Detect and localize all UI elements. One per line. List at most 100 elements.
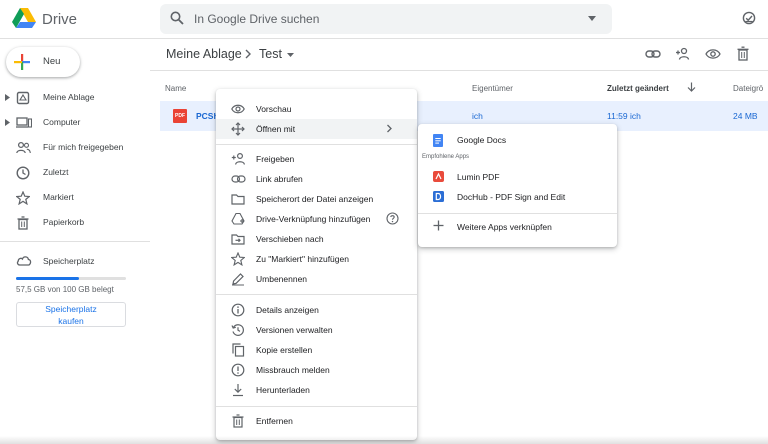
column-header-owner[interactable]: Eigentümer [472,84,513,93]
sidebar-item-label: Papierkorb [43,217,85,227]
menu-item-add-shortcut[interactable]: Drive-Verknüpfung hinzufügen [216,209,417,229]
help-icon[interactable] [386,212,399,225]
menu-item-label: Freigeben [256,154,295,164]
menu-item-versions[interactable]: Versionen verwalten [216,320,417,340]
search-icon[interactable] [170,11,184,25]
trash-icon[interactable] [736,46,750,61]
menu-item-label: Missbrauch melden [256,365,330,375]
preview-eye-icon[interactable] [705,47,721,61]
buy-storage-button[interactable]: Speicherplatz kaufen [16,302,126,327]
context-menu: Vorschau Öffnen mit Freigeben Link abruf… [216,89,417,440]
drive-shortcut-icon [231,212,245,226]
bottom-shadow [0,436,768,444]
add-person-icon[interactable] [675,47,691,61]
sidebar-item-recent[interactable]: Zuletzt [0,162,150,184]
file-size: 24 MB [733,111,758,121]
lumin-pdf-icon [433,171,444,182]
drive-logo-icon[interactable] [12,7,36,29]
menu-item-remove[interactable]: Entfernen [216,411,417,431]
menu-item-rename[interactable]: Umbenennen [216,269,417,289]
menu-item-preview[interactable]: Vorschau [216,99,417,119]
column-header-size[interactable]: Dateigrö [733,84,763,93]
trash-icon [16,216,30,230]
google-docs-icon [433,134,443,147]
sidebar-item-label: Computer [43,117,81,127]
trash-icon [231,414,245,428]
sidebar-item-starred[interactable]: Markiert [0,187,150,209]
sidebar-item-label: Für mich freigegeben [43,142,124,152]
submenu-item-label: Lumin PDF [457,172,500,182]
pencil-icon [231,272,245,286]
sidebar-item-shared[interactable]: Für mich freigegeben [0,137,150,159]
storage-title[interactable]: Speicherplatz [43,256,95,266]
menu-item-label: Details anzeigen [256,305,319,315]
menu-item-add-starred[interactable]: Zu "Markiert" hinzufügen [216,249,417,269]
menu-item-details[interactable]: Details anzeigen [216,300,417,320]
app-title: Drive [42,11,78,28]
menu-item-download[interactable]: Herunterladen [216,380,417,400]
buy-storage-label-line2: kaufen [58,316,84,326]
chevron-down-icon[interactable] [287,53,294,57]
search-bar[interactable] [160,4,612,34]
storage-usage-fill [16,277,80,280]
submenu-separator [418,213,617,214]
column-header-modified[interactable]: Zuletzt geändert [607,84,669,93]
expand-caret-icon[interactable] [5,119,10,126]
sidebar-item-computer[interactable]: Computer [0,112,150,134]
dochub-icon [433,191,444,202]
share-icon [231,152,246,166]
menu-item-show-location[interactable]: Speicherort der Datei anzeigen [216,189,417,209]
menu-item-label: Verschieben nach [256,234,324,244]
clock-icon [16,166,30,180]
submenu-item-lumin-pdf[interactable]: Lumin PDF [418,167,617,187]
folder-icon [231,192,245,206]
history-icon [231,323,245,337]
download-icon [231,383,245,397]
move-to-folder-icon [231,232,245,246]
offline-status-icon[interactable] [742,11,756,25]
breadcrumb-root[interactable]: Meine Ablage [166,47,242,61]
search-options-icon[interactable] [588,16,596,21]
menu-item-report-abuse[interactable]: Missbrauch melden [216,360,417,380]
submenu-item-dochub[interactable]: DocHub - PDF Sign and Edit [418,187,617,207]
shared-icon [16,141,31,155]
menu-item-label: Entfernen [256,416,293,426]
sidebar-divider [0,241,150,242]
column-header-name[interactable]: Name [165,84,186,93]
menu-item-label: Umbenennen [256,274,308,284]
computer-icon [16,116,32,130]
buy-storage-label-line1: Speicherplatz [45,304,97,314]
menu-item-open-with[interactable]: Öffnen mit [216,119,417,139]
menu-item-label: Link abrufen [256,174,303,184]
star-icon [16,191,30,205]
menu-item-move-to[interactable]: Verschieben nach [216,229,417,249]
menu-item-make-copy[interactable]: Kopie erstellen [216,340,417,360]
menu-item-get-link[interactable]: Link abrufen [216,169,417,189]
storage-usage-bar [16,277,126,280]
sidebar-item-trash[interactable]: Papierkorb [0,212,150,234]
menu-item-label: Herunterladen [256,385,310,395]
chevron-right-icon [244,48,252,60]
submenu-item-connect-more-apps[interactable]: Weitere Apps verknüpfen [418,217,617,237]
star-icon [231,252,245,266]
sidebar-item-my-drive[interactable]: Meine Ablage [0,87,150,109]
menu-item-label: Öffnen mit [256,124,296,134]
link-icon[interactable] [645,47,661,61]
menu-separator [216,406,417,407]
breadcrumb-current[interactable]: Test [259,47,282,61]
search-input[interactable] [194,4,574,34]
my-drive-icon [16,91,30,105]
submenu-item-google-docs[interactable]: Google Docs [418,130,617,150]
info-icon [231,303,245,317]
menu-item-label: Zu "Markiert" hinzufügen [256,254,349,264]
menu-item-label: Versionen verwalten [256,325,333,335]
submenu-item-label: Google Docs [457,135,507,145]
expand-caret-icon[interactable] [5,94,10,101]
copy-icon [231,343,245,357]
menu-item-share[interactable]: Freigeben [216,149,417,169]
storage-usage-text: 57,5 GB von 100 GB belegt [16,285,114,294]
new-button[interactable]: Neu [6,47,80,77]
new-button-label: Neu [43,56,61,67]
sort-down-arrow-icon[interactable] [687,82,696,92]
menu-item-label: Kopie erstellen [256,345,313,355]
